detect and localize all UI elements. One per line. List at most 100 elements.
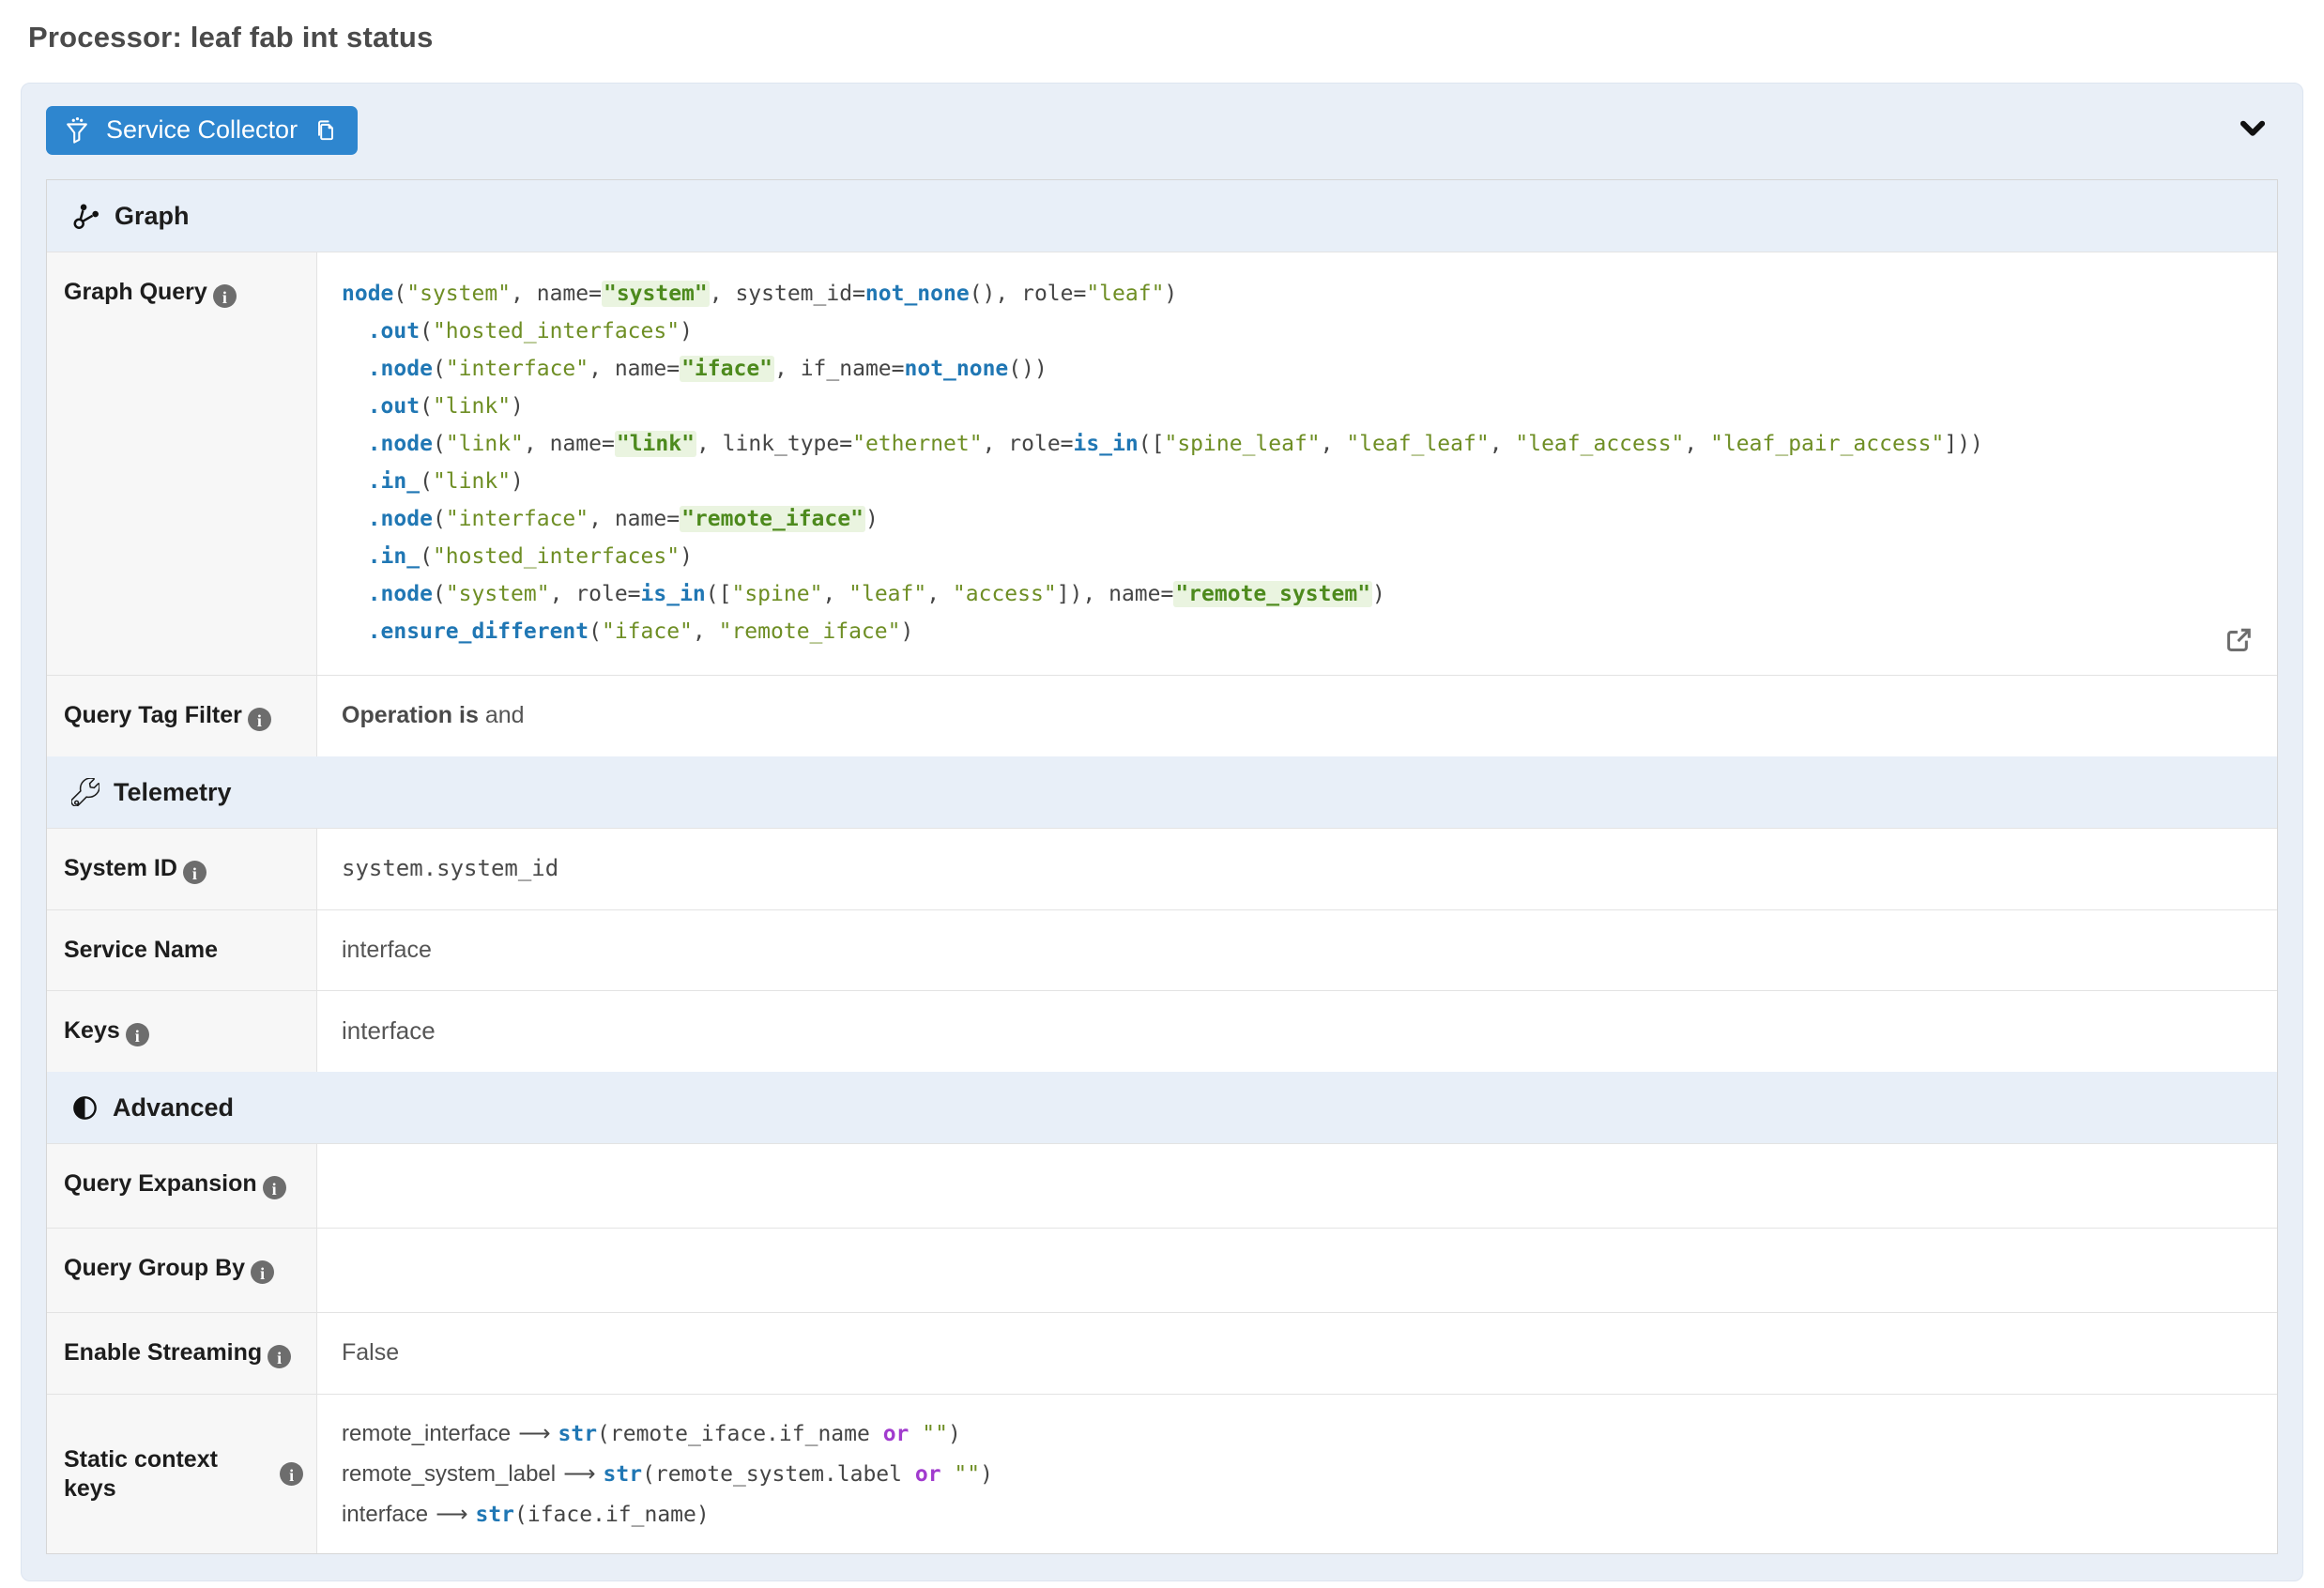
code-token: (	[433, 432, 446, 456]
query-expansion-value	[317, 1144, 2277, 1228]
code-token: "remote_iface"	[680, 506, 865, 532]
keys-label: Keys	[64, 1017, 120, 1044]
info-icon[interactable]	[263, 1176, 286, 1199]
chevron-down-icon	[2235, 111, 2270, 151]
wrench-icon	[71, 778, 99, 806]
code-token: str	[558, 1422, 598, 1446]
code-line: .in_("hosted_interfaces")	[342, 538, 2253, 575]
code-token	[342, 619, 368, 644]
expand-query-button[interactable]	[2221, 626, 2256, 662]
code-line: node("system", name="system", system_id=…	[342, 275, 2253, 313]
code-token: "hosted_interfaces"	[433, 319, 680, 344]
enable-streaming-label: Enable Streaming	[64, 1339, 262, 1366]
graph-query-row: Graph Query node("system", name="system"…	[47, 252, 2277, 675]
info-icon[interactable]	[251, 1260, 274, 1284]
code-token: "spine"	[731, 582, 822, 606]
code-token: .node	[368, 432, 433, 456]
code-token: .out	[368, 394, 420, 419]
code-token: not_none	[865, 282, 970, 306]
service-collector-button[interactable]: Service Collector	[46, 106, 358, 155]
code-token: , link_type=	[696, 432, 852, 456]
code-token: "leaf_pair_access"	[1710, 432, 1944, 456]
code-token	[941, 1462, 955, 1487]
static-context-keys-row: Static context keys remote_interface⟶str…	[47, 1394, 2277, 1553]
info-icon[interactable]	[183, 861, 206, 884]
keys-value: interface	[317, 991, 2277, 1072]
service-name-label-cell: Service Name	[47, 910, 317, 990]
enable-streaming-row: Enable Streaming False	[47, 1312, 2277, 1394]
code-token: , system_id=	[710, 282, 865, 306]
code-token: , role=	[550, 582, 641, 606]
code-token: "iface"	[680, 356, 774, 382]
graph-query-code: node("system", name="system", system_id=…	[342, 275, 2253, 650]
code-token: (), role=	[970, 282, 1087, 306]
code-line: .node("system", role=is_in(["spine", "le…	[342, 575, 2253, 613]
service-name-row: Service Name interface	[47, 909, 2277, 990]
code-token: is_in	[1074, 432, 1139, 456]
code-token	[342, 469, 368, 494]
section-header-advanced: Advanced	[47, 1072, 2277, 1143]
code-token: "remote_system"	[1173, 581, 1372, 607]
info-icon[interactable]	[248, 708, 271, 731]
code-token: "leaf"	[1086, 282, 1164, 306]
code-line: .out("link")	[342, 388, 2253, 425]
query-tag-filter-row: Query Tag Filter Operation is and	[47, 675, 2277, 756]
code-token: ]), name=	[1057, 582, 1174, 606]
service-collector-panel: Service Collector	[21, 83, 2303, 1581]
code-token: (remote_iface.if_name	[597, 1422, 883, 1446]
code-line: .node("link", name="link", link_type="et…	[342, 425, 2253, 463]
static-context-expression: str(remote_iface.if_name or "")	[558, 1422, 961, 1446]
info-icon[interactable]	[126, 1023, 149, 1046]
system-id-label: System ID	[64, 855, 177, 881]
code-token: .in_	[368, 544, 420, 569]
code-token: (	[433, 582, 446, 606]
code-token: ]))	[1944, 432, 1983, 456]
external-link-icon	[2222, 623, 2255, 664]
graph-nodes-icon	[71, 202, 100, 231]
collector-details-card: Graph Graph Query node("system", name="s…	[46, 179, 2278, 1554]
code-token: ,	[1321, 432, 1347, 456]
keys-row: Keys interface	[47, 990, 2277, 1072]
page-title: Processor: leaf fab int status	[28, 19, 2324, 56]
half-circle-icon	[71, 1094, 99, 1122]
service-name-label: Service Name	[64, 937, 218, 963]
code-token: (	[420, 319, 433, 344]
code-token: .ensure_different	[368, 619, 589, 644]
code-token: (iface.if_name)	[514, 1503, 710, 1527]
code-token: is_in	[641, 582, 706, 606]
code-token: "system"	[406, 282, 511, 306]
copy-icon[interactable]	[313, 117, 339, 144]
info-icon[interactable]	[268, 1345, 291, 1368]
tag-filter-operation: Operation is	[342, 702, 479, 728]
code-token: (	[393, 282, 406, 306]
code-line: .out("hosted_interfaces")	[342, 313, 2253, 350]
code-token: (	[433, 357, 446, 381]
static-context-line: remote_interface⟶str(remote_iface.if_nam…	[342, 1413, 2253, 1454]
code-token: str	[475, 1503, 514, 1527]
info-icon[interactable]	[280, 1462, 303, 1486]
code-line: .node("interface", name="iface", if_name…	[342, 350, 2253, 388]
code-line: .in_("link")	[342, 463, 2253, 500]
code-token	[909, 1422, 922, 1446]
code-token: .out	[368, 319, 420, 344]
code-token: "leaf_leaf"	[1346, 432, 1489, 456]
code-token	[342, 544, 368, 569]
code-token: "system"	[602, 281, 710, 307]
system-id-label-cell: System ID	[47, 829, 317, 909]
code-token: ,	[1490, 432, 1516, 456]
code-token: .node	[368, 357, 433, 381]
code-token: )	[680, 319, 693, 344]
code-token: )	[900, 619, 913, 644]
code-token	[342, 507, 368, 531]
code-token: "access"	[953, 582, 1057, 606]
code-token: (	[433, 507, 446, 531]
static-context-key: remote_interface	[342, 1421, 511, 1446]
static-context-keys-value: remote_interface⟶str(remote_iface.if_nam…	[317, 1395, 2277, 1553]
section-title-telemetry: Telemetry	[114, 778, 232, 807]
keys-label-cell: Keys	[47, 991, 317, 1072]
code-token: )	[865, 507, 879, 531]
info-icon[interactable]	[213, 284, 237, 308]
code-line: .ensure_different("iface", "remote_iface…	[342, 613, 2253, 650]
arrow-right-icon: ⟶	[563, 1461, 595, 1487]
collapse-panel-button[interactable]	[2231, 109, 2274, 152]
